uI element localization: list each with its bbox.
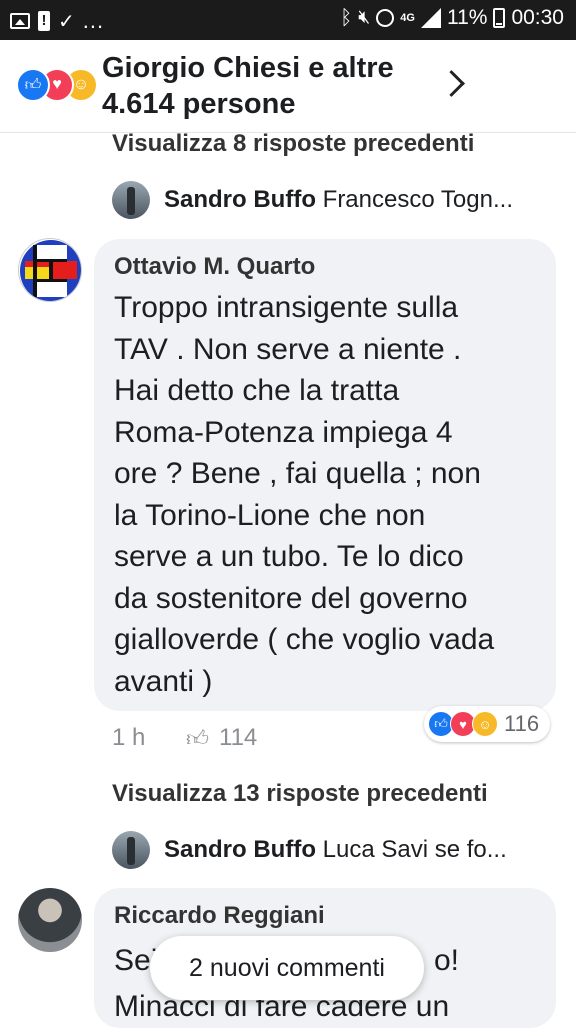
reply-preview[interactable]: Sandro Buffo Francesco Togn... <box>112 180 513 220</box>
gallery-notification-icon <box>10 13 30 29</box>
comment-text-end: o! <box>434 944 460 977</box>
bluetooth-icon: ᛒ <box>340 6 353 29</box>
signal-icon <box>420 8 441 28</box>
avatar[interactable] <box>18 888 82 952</box>
ottavio-avatar-icon <box>20 240 81 301</box>
more-notifications-indicator: ... <box>82 8 105 33</box>
avatar[interactable] <box>112 181 150 219</box>
reply-preview-text: Sandro Buffo Luca Savi se fo... <box>164 836 507 864</box>
mute-icon: 🔇︎ <box>358 7 371 28</box>
alert-notification-icon: ! <box>38 11 50 31</box>
reply-author[interactable]: Sandro Buffo <box>164 186 316 213</box>
reply-author[interactable]: Sandro Buffo <box>164 836 316 863</box>
new-comments-button[interactable]: 2 nuovi commenti <box>150 936 424 1000</box>
battery-percent: 11% <box>446 6 488 29</box>
reactions-summary[interactable]: Giorgio Chiesi e altre 4.614 persone <box>102 50 432 122</box>
network-type: 4G <box>400 11 415 24</box>
thumbs-up-icon[interactable]: 👍︎ <box>186 725 209 752</box>
reply-snippet: Francesco Togn... <box>322 186 513 213</box>
alarm-icon <box>376 9 395 27</box>
avatar[interactable] <box>18 238 82 302</box>
checkmark-notification-icon: ✓ <box>58 10 75 33</box>
reply-preview[interactable]: Sandro Buffo Luca Savi se fo... <box>112 830 507 870</box>
reply-snippet: Luca Savi se fo... <box>322 836 507 863</box>
clock: 00:30 <box>511 6 564 29</box>
like-count: 114 <box>219 724 258 751</box>
comment-text: Troppo intransigente sulla TAV . Non ser… <box>114 291 495 698</box>
chevron-right-icon[interactable] <box>438 70 465 97</box>
comment-meta: 1 h 👍︎ 114 <box>112 724 257 752</box>
haha-reaction-icon: ☺ <box>472 711 498 737</box>
comment-bubble[interactable]: Ottavio M. Quarto Troppo intransigente s… <box>94 239 556 711</box>
reactions-header[interactable]: 👍︎ ♥ ☺ Giorgio Chiesi e altre 4.614 pers… <box>0 40 576 133</box>
avatar[interactable] <box>112 831 150 869</box>
battery-icon <box>493 8 506 28</box>
status-bar: ! ✓ ... ᛒ 🔇︎ 4G 11% 00:30 <box>0 0 576 40</box>
comment-reactions-badge[interactable]: 👍︎ ♥ ☺ 116 <box>424 706 550 742</box>
like-reaction-icon: 👍︎ <box>16 68 50 102</box>
reaction-icons: 👍︎ ♥ ☺ <box>16 68 100 102</box>
view-previous-replies-link[interactable]: Visualizza 8 risposte precedenti <box>112 130 474 158</box>
comment-author[interactable]: Ottavio M. Quarto <box>114 253 315 281</box>
reply-preview-text: Sandro Buffo Francesco Togn... <box>164 186 513 214</box>
view-previous-replies-link[interactable]: Visualizza 13 risposte precedenti <box>112 780 488 808</box>
comment-timestamp[interactable]: 1 h <box>112 724 186 752</box>
reaction-count: 116 <box>504 711 540 736</box>
comment-author[interactable]: Riccardo Reggiani <box>114 902 325 930</box>
